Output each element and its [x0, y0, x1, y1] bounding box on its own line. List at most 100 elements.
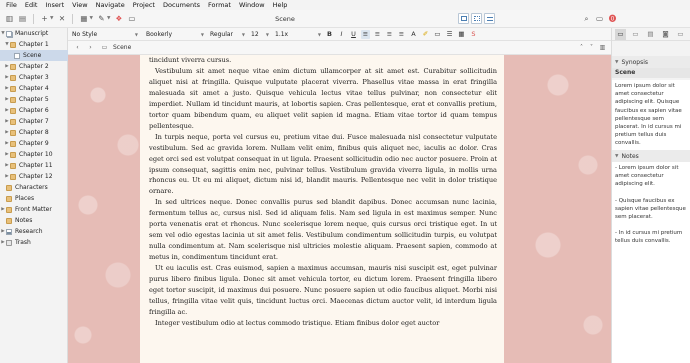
binder-item-chapter-6[interactable]: ▶ Chapter 6 [0, 105, 68, 116]
chevron-down-icon: ▼ [317, 31, 321, 37]
inspector-icon[interactable]: ⓿ [607, 13, 618, 24]
bold-button[interactable]: B [325, 30, 334, 39]
menu-documents[interactable]: Documents [159, 0, 204, 10]
justify-icon[interactable]: ≡ [397, 30, 406, 39]
highlight-icon[interactable]: ✐ [421, 30, 430, 39]
table-icon[interactable]: ▦ [457, 30, 466, 39]
folder-icon [10, 140, 16, 147]
comment-icon[interactable]: ▭ [126, 13, 137, 24]
font-weight-select[interactable]: Regular ▼ [208, 28, 249, 41]
binder-item-chapter-12[interactable]: ▶ Chapter 12 [0, 171, 68, 182]
snapshots-tab-icon[interactable]: ◙ [660, 29, 671, 40]
strikethrough-icon[interactable]: S [469, 30, 478, 39]
binder-item-label: Places [15, 195, 35, 202]
chevron-down-icon[interactable]: ▼ [107, 16, 110, 21]
corkboard-view-icon[interactable] [471, 13, 482, 24]
chevron-down-icon[interactable]: ▼ [50, 16, 53, 21]
bookmark-icon[interactable]: ▭ [594, 13, 605, 24]
search-icon[interactable]: ⌕ [581, 13, 592, 24]
menu-help[interactable]: Help [269, 0, 292, 10]
menu-insert[interactable]: Insert [41, 0, 68, 10]
binder-item-chapter-4[interactable]: ▶ Chapter 4 [0, 83, 68, 94]
synopsis-title[interactable]: Scene [612, 68, 690, 78]
comment-add-icon[interactable]: ▭ [433, 30, 442, 39]
notes-header-label: Notes [621, 152, 639, 160]
editor-page[interactable]: tincidunt viverra cursus. Vestibulum sit… [140, 55, 504, 363]
binder-item-chapter-1[interactable]: ▼ Chapter 1 [0, 39, 68, 50]
add-icon[interactable]: + [39, 13, 50, 24]
menu-file[interactable]: File [0, 0, 21, 10]
paragraph: tincidunt viverra cursus. [149, 56, 232, 64]
disclosure-open-icon[interactable]: ▼ [615, 60, 618, 65]
back-arrow-icon[interactable]: ‹ [72, 42, 83, 53]
folder-icon [10, 151, 16, 158]
font-weight-value: Regular [210, 30, 234, 38]
binder-item-scene[interactable]: Scene [0, 50, 68, 61]
editor-area[interactable]: tincidunt viverra cursus. Vestibulum sit… [68, 55, 611, 363]
binder-item-research[interactable]: ▶ Research [0, 226, 68, 237]
synopsis-header[interactable]: ▼ Synopsis [612, 56, 690, 68]
delete-icon[interactable]: ✕ [56, 13, 67, 24]
down-arrow-icon[interactable]: ˅ [586, 42, 597, 53]
text-color-icon[interactable]: A [409, 30, 418, 39]
compose-icon[interactable]: ✎ [96, 13, 107, 24]
paragraph-style-select[interactable]: No Style ▼ [68, 28, 142, 41]
open-folder-icon[interactable]: ▤ [17, 13, 28, 24]
binder-item-chapter-7[interactable]: ▶ Chapter 7 [0, 116, 68, 127]
split-editor-icon[interactable]: ▥ [597, 42, 608, 53]
binder-item-manuscript[interactable]: ▼ Manuscript [0, 28, 68, 39]
folder-icon [10, 129, 16, 136]
binder-item-notes[interactable]: Notes [0, 215, 68, 226]
notes-header[interactable]: ▼ Notes [612, 150, 690, 162]
synopsis-text[interactable]: Lorem ipsum dolor sit amet consectetur a… [612, 80, 690, 152]
binder-toggle-icon[interactable]: ▥ [4, 13, 15, 24]
italic-button[interactable]: I [337, 30, 346, 39]
font-family-select[interactable]: Bookerly ▼ [142, 28, 208, 41]
list-icon[interactable]: ☰ [445, 30, 454, 39]
research-icon [6, 228, 12, 235]
binder-item-chapter-9[interactable]: ▶ Chapter 9 [0, 138, 68, 149]
binder-item-chapter-8[interactable]: ▶ Chapter 8 [0, 127, 68, 138]
menu-edit[interactable]: Edit [21, 0, 42, 10]
menu-window[interactable]: Window [235, 0, 269, 10]
metadata-tab-icon[interactable]: ▤ [645, 29, 656, 40]
menu-navigate[interactable]: Navigate [92, 0, 129, 10]
comments-tab-icon[interactable]: ▭ [675, 29, 686, 40]
binder-item-chapter-5[interactable]: ▶ Chapter 5 [0, 94, 68, 105]
notes-text-area[interactable]: - Lorem ipsum dolor sit amet consectetur… [612, 162, 690, 363]
underline-button[interactable]: U [349, 30, 358, 39]
binder-item-characters[interactable]: Characters [0, 182, 68, 193]
quick-reference-icon[interactable]: ❖ [113, 13, 124, 24]
binder-item-label: Chapter 7 [19, 118, 49, 125]
binder-item-places[interactable]: Places [0, 193, 68, 204]
line-spacing-select[interactable]: 1.1x ▼ [273, 28, 325, 41]
align-right-icon[interactable]: ≡ [385, 30, 394, 39]
disclosure-open-icon[interactable]: ▼ [615, 154, 618, 159]
binder-item-chapter-10[interactable]: ▶ Chapter 10 [0, 149, 68, 160]
binder-item-trash[interactable]: ▶ Trash [0, 237, 68, 248]
font-size-select[interactable]: 12 ▼ [249, 28, 273, 41]
forward-arrow-icon[interactable]: › [85, 42, 96, 53]
binder-item-label: Chapter 2 [19, 63, 49, 70]
scrivenings-view-icon[interactable] [458, 13, 469, 24]
binder-item-front-matter[interactable]: ▶ Front Matter [0, 204, 68, 215]
align-left-icon[interactable]: ≡ [361, 29, 370, 39]
binder-item-chapter-2[interactable]: ▶ Chapter 2 [0, 61, 68, 72]
bookmarks-tab-icon[interactable]: ▭ [630, 29, 641, 40]
folder-icon [10, 173, 16, 180]
binder-item-chapter-11[interactable]: ▶ Chapter 11 [0, 160, 68, 171]
inspector-tabs: ▭ ▭ ▤ ◙ ▭ [612, 28, 690, 41]
folder-view-icon[interactable]: ▦ [78, 13, 89, 24]
outliner-view-icon[interactable] [484, 13, 495, 24]
paragraph: Integer vestibulum odio at lectus commod… [155, 318, 440, 327]
menu-format[interactable]: Format [204, 0, 235, 10]
notes-tab-icon[interactable]: ▭ [615, 28, 626, 40]
editor-header-bar: ‹ › ▭ Scene ˄ ˅ ▥ [68, 41, 611, 55]
align-center-icon[interactable]: ≡ [373, 30, 382, 39]
menu-view[interactable]: View [68, 0, 91, 10]
binder-item-label: Research [15, 228, 43, 235]
line-spacing-value: 1.1x [275, 30, 289, 38]
menu-project[interactable]: Project [129, 0, 159, 10]
binder-item-chapter-3[interactable]: ▶ Chapter 3 [0, 72, 68, 83]
chevron-down-icon[interactable]: ▼ [89, 16, 92, 21]
